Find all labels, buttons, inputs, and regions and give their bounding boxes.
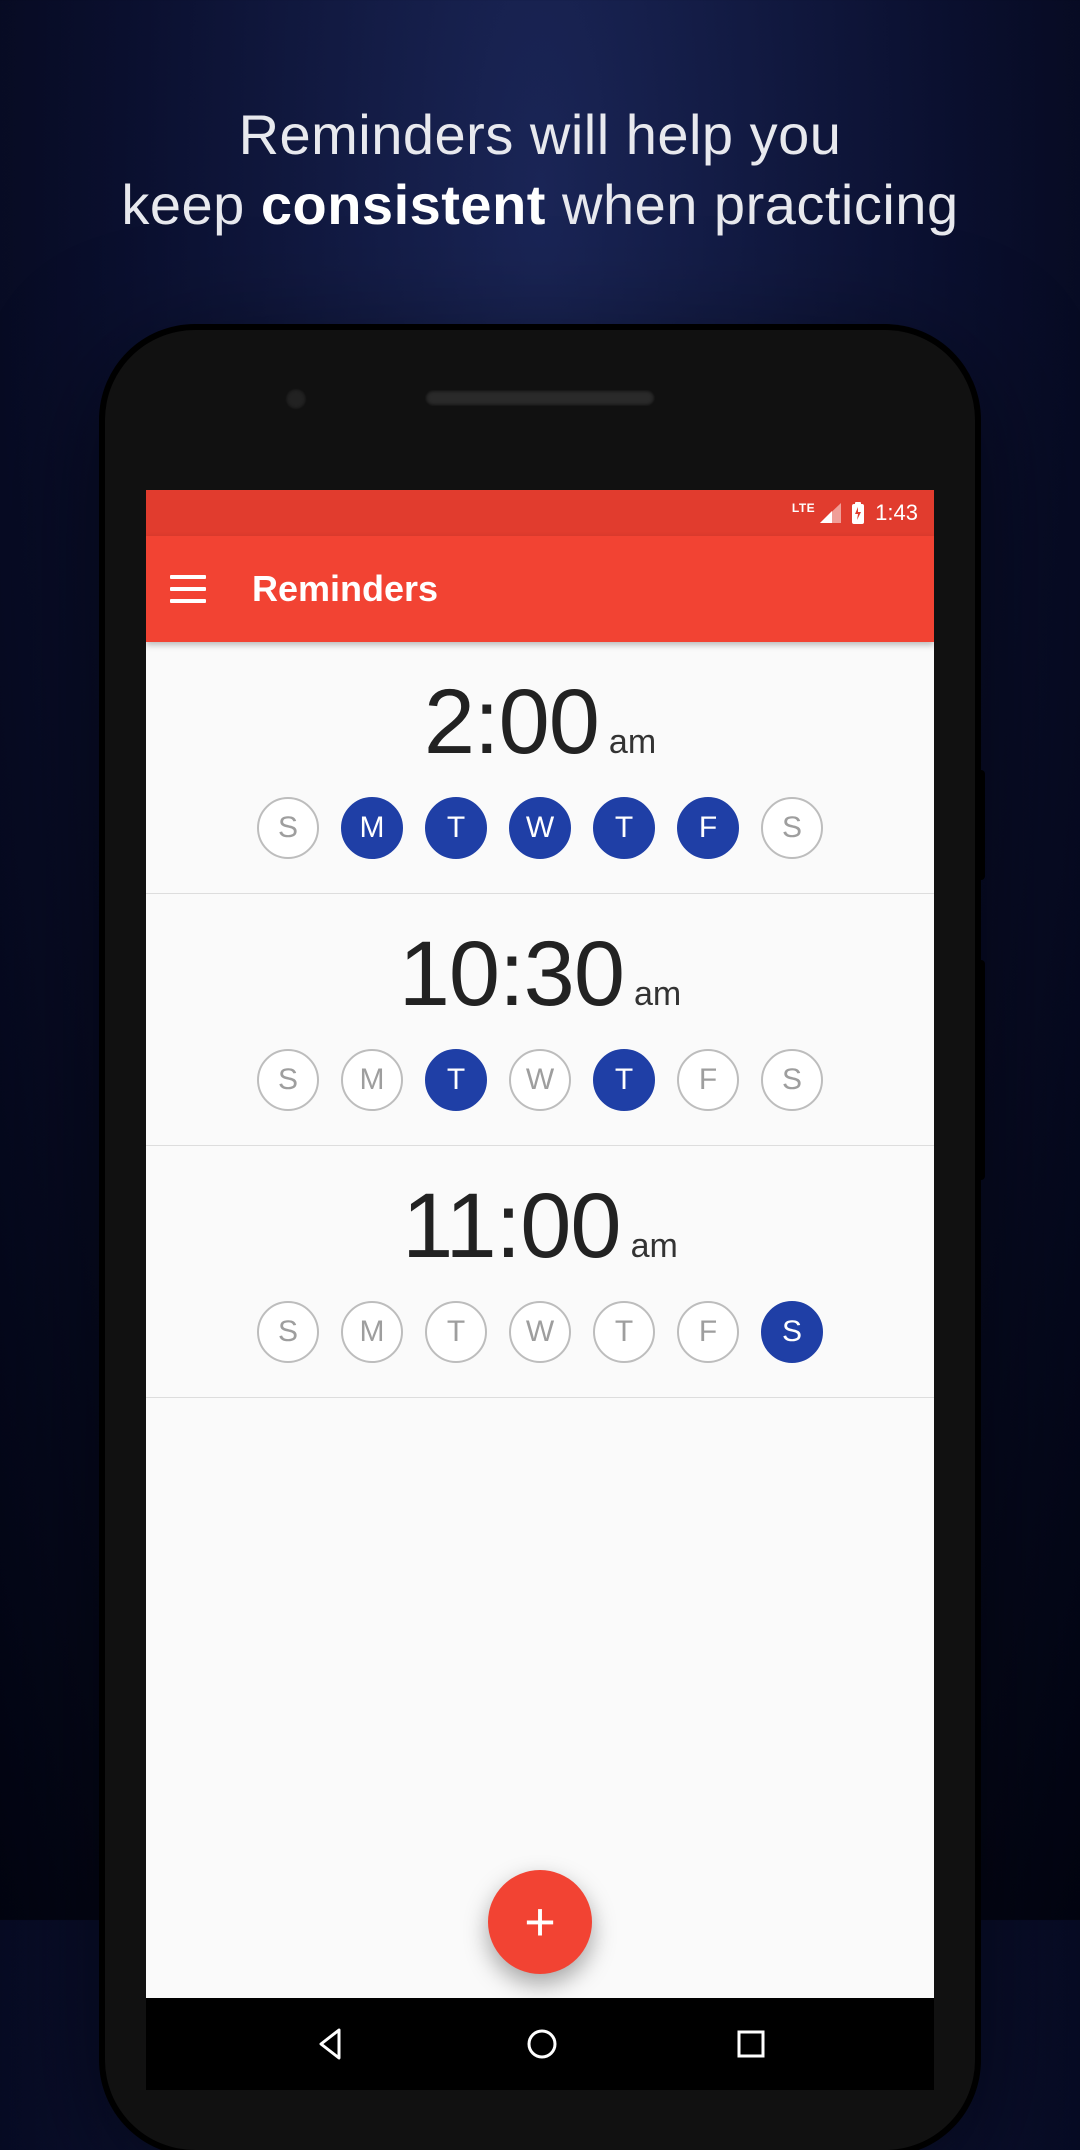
day-toggle[interactable]: S xyxy=(761,1049,823,1111)
page-title: Reminders xyxy=(252,568,438,610)
status-bar: LTE 1:43 xyxy=(146,490,934,536)
day-toggle[interactable]: S xyxy=(257,1301,319,1363)
reminder-list: 2:00amSMTWTFS10:30amSMTWTFS11:00amSMTWTF… xyxy=(146,642,934,1398)
device-frame: LTE 1:43 Reminders 2:00amSMTWTFS10:30amS… xyxy=(105,330,975,2150)
recent-apps-icon[interactable] xyxy=(735,2028,767,2060)
day-selector: SMTWTFS xyxy=(146,1049,934,1111)
reminder-item[interactable]: 10:30amSMTWTFS xyxy=(146,894,934,1146)
reminder-ampm: am xyxy=(631,1227,678,1266)
day-toggle[interactable]: T xyxy=(425,1049,487,1111)
reminder-ampm: am xyxy=(634,975,681,1014)
day-toggle[interactable]: F xyxy=(677,1301,739,1363)
earpiece xyxy=(425,390,655,406)
day-toggle[interactable]: T xyxy=(593,797,655,859)
day-toggle[interactable]: S xyxy=(761,797,823,859)
app-bar: Reminders xyxy=(146,536,934,642)
day-toggle[interactable]: T xyxy=(593,1049,655,1111)
battery-charging-icon xyxy=(851,502,865,524)
reminder-time-row: 2:00 am xyxy=(146,670,934,775)
signal-icon xyxy=(819,503,841,523)
day-toggle[interactable]: T xyxy=(593,1301,655,1363)
reminder-time: 10:30 xyxy=(399,922,624,1027)
add-reminder-button[interactable]: + xyxy=(488,1870,592,1974)
day-toggle[interactable]: F xyxy=(677,797,739,859)
promo-line2: keep consistent when practicing xyxy=(0,170,1080,240)
reminder-time-row: 11:00 am xyxy=(146,1174,934,1279)
device-side-button xyxy=(975,960,985,1180)
home-icon[interactable] xyxy=(524,2026,560,2062)
day-toggle[interactable]: S xyxy=(761,1301,823,1363)
android-nav-bar xyxy=(146,1998,934,2090)
day-toggle[interactable]: S xyxy=(257,1049,319,1111)
network-label: LTE xyxy=(792,501,815,515)
day-toggle[interactable]: M xyxy=(341,797,403,859)
plus-icon: + xyxy=(524,1891,556,1953)
day-toggle[interactable]: S xyxy=(257,797,319,859)
day-toggle[interactable]: T xyxy=(425,1301,487,1363)
status-time: 1:43 xyxy=(875,500,918,526)
reminder-item[interactable]: 11:00amSMTWTFS xyxy=(146,1146,934,1398)
reminder-ampm: am xyxy=(609,723,656,762)
day-toggle[interactable]: W xyxy=(509,1049,571,1111)
day-toggle[interactable]: F xyxy=(677,1049,739,1111)
day-toggle[interactable]: W xyxy=(509,797,571,859)
day-toggle[interactable]: M xyxy=(341,1049,403,1111)
screen: LTE 1:43 Reminders 2:00amSMTWTFS10:30amS… xyxy=(146,490,934,2090)
front-camera xyxy=(285,388,307,410)
reminder-time: 2:00 xyxy=(424,670,599,775)
back-icon[interactable] xyxy=(313,2026,349,2062)
menu-icon[interactable] xyxy=(170,575,206,603)
day-selector: SMTWTFS xyxy=(146,1301,934,1363)
day-toggle[interactable]: M xyxy=(341,1301,403,1363)
reminder-item[interactable]: 2:00amSMTWTFS xyxy=(146,642,934,894)
day-selector: SMTWTFS xyxy=(146,797,934,859)
reminder-time-row: 10:30 am xyxy=(146,922,934,1027)
promo-headline: Reminders will help you keep consistent … xyxy=(0,100,1080,240)
day-toggle[interactable]: W xyxy=(509,1301,571,1363)
reminder-time: 11:00 xyxy=(402,1174,620,1279)
day-toggle[interactable]: T xyxy=(425,797,487,859)
promo-line1: Reminders will help you xyxy=(0,100,1080,170)
